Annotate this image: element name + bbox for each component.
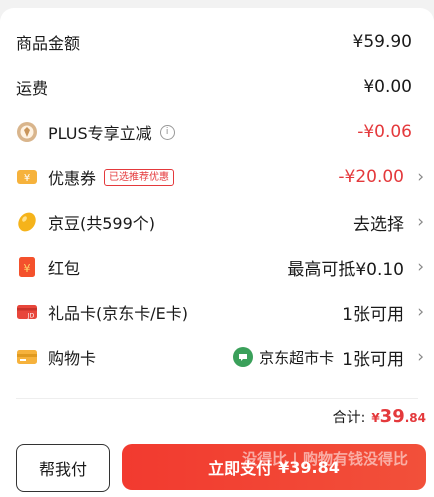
shipping-value: ¥0.00 [363, 77, 412, 97]
bottom-action-bar: 帮我付 立即支付 ¥39.84 没得比 | 购物有钱没得比 [0, 430, 434, 497]
shopping-card-icon [16, 346, 38, 368]
order-summary-card: 商品金额 ¥59.90 运费 ¥0.00 PLUS专享立减 i -¥0.06 ¥ [0, 8, 434, 448]
chevron-right-icon: › [417, 302, 424, 322]
pay-now-button[interactable]: 立即支付 ¥39.84 没得比 | 购物有钱没得比 [122, 444, 426, 490]
gift-card-row[interactable]: JD 礼品卡(京东卡/E卡) 1张可用 › [0, 290, 434, 334]
svg-text:¥: ¥ [24, 173, 30, 184]
coupon-row[interactable]: ¥ 优惠券 已选推荐优惠 -¥20.00 › [0, 155, 434, 199]
plus-discount-label: PLUS专享立减 [48, 124, 152, 143]
shipping-label: 运费 [16, 79, 49, 98]
shopping-card-value-wrap: 京东超市卡 1张可用 [233, 345, 404, 370]
recommended-coupon-tag: 已选推荐优惠 [104, 168, 175, 186]
shopping-card-label: 购物卡 [48, 349, 97, 368]
shopping-card-value: 1张可用 [342, 349, 404, 370]
pay-now-label: 立即支付 [208, 459, 273, 478]
svg-text:¥: ¥ [24, 262, 31, 275]
help-me-pay-button[interactable]: 帮我付 [16, 444, 110, 492]
chevron-right-icon: › [417, 347, 424, 367]
gift-card-icon: JD [16, 301, 38, 323]
total-integer: 39 [379, 406, 405, 427]
plus-discount-label-wrap: PLUS专享立减 i [48, 120, 175, 144]
chevron-right-icon: › [417, 257, 424, 277]
supermarket-card-name: 京东超市卡 [259, 348, 335, 367]
goods-amount-label: 商品金额 [16, 34, 81, 53]
goods-amount-value: ¥59.90 [352, 32, 412, 52]
plus-discount-value: -¥0.06 [357, 122, 412, 142]
pay-now-amount: ¥39.84 [278, 457, 340, 477]
plus-badge-icon [16, 121, 38, 143]
coupon-value: -¥20.00 [338, 167, 404, 187]
chevron-right-icon: › [417, 167, 424, 187]
bean-icon [16, 211, 38, 233]
coupon-label-wrap: 优惠券 已选推荐优惠 [48, 165, 175, 189]
gift-card-label: 礼品卡(京东卡/E卡) [48, 304, 188, 323]
info-icon[interactable]: i [159, 124, 175, 140]
total-currency: ¥ [371, 411, 380, 425]
red-packet-value: 最高可抵¥0.10 [287, 259, 404, 280]
gift-card-value: 1张可用 [342, 304, 404, 325]
plus-discount-row: PLUS专享立减 i -¥0.06 [0, 110, 434, 154]
coupon-icon: ¥ [16, 166, 38, 188]
svg-text:JD: JD [27, 313, 35, 320]
chevron-right-icon: › [417, 212, 424, 232]
red-packet-icon: ¥ [16, 256, 38, 278]
red-packet-row[interactable]: ¥ 红包 最高可抵¥0.10 › [0, 245, 434, 289]
total-label: 合计: [332, 410, 366, 426]
total-decimal: .84 [404, 411, 426, 425]
divider [16, 398, 418, 399]
red-packet-label: 红包 [48, 259, 81, 278]
jingdou-value: 去选择 [353, 214, 404, 235]
goods-amount-row: 商品金额 ¥59.90 [0, 20, 434, 64]
total-amount: 合计: ¥ 39 .84 [333, 406, 426, 427]
jingdou-row[interactable]: 京豆(共599个) 去选择 › [0, 200, 434, 244]
supermarket-logo-icon [233, 347, 254, 367]
shopping-card-row[interactable]: 购物卡 京东超市卡 1张可用 › [0, 335, 434, 379]
shipping-row: 运费 ¥0.00 [0, 65, 434, 109]
coupon-label: 优惠券 [48, 169, 97, 188]
jingdou-label: 京豆(共599个) [48, 214, 156, 233]
